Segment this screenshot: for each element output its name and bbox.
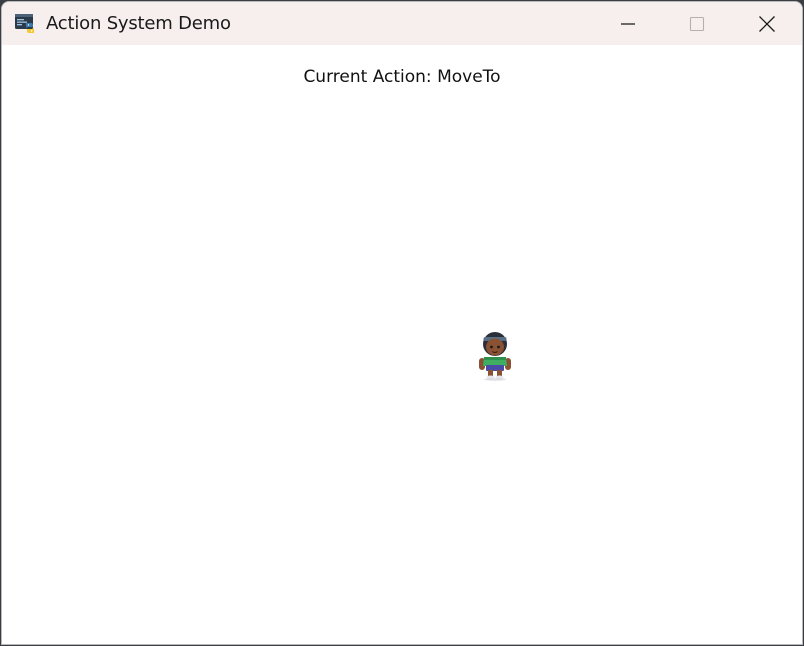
title-bar[interactable]: Action System Demo — [2, 2, 802, 45]
game-canvas[interactable]: Current Action: MoveTo — [2, 45, 802, 644]
current-action-label: Current Action: MoveTo — [303, 67, 501, 87]
close-icon — [759, 15, 775, 32]
window-title: Action System Demo — [46, 13, 231, 34]
python-app-icon — [15, 14, 35, 33]
minimize-button[interactable] — [605, 2, 651, 45]
maximize-icon — [689, 16, 705, 31]
character-sprite — [479, 332, 511, 381]
minimize-icon — [621, 22, 635, 25]
maximize-button[interactable] — [674, 2, 720, 45]
close-button[interactable] — [744, 2, 790, 45]
app-window: Action System Demo Current Action: MoveT… — [1, 1, 803, 645]
